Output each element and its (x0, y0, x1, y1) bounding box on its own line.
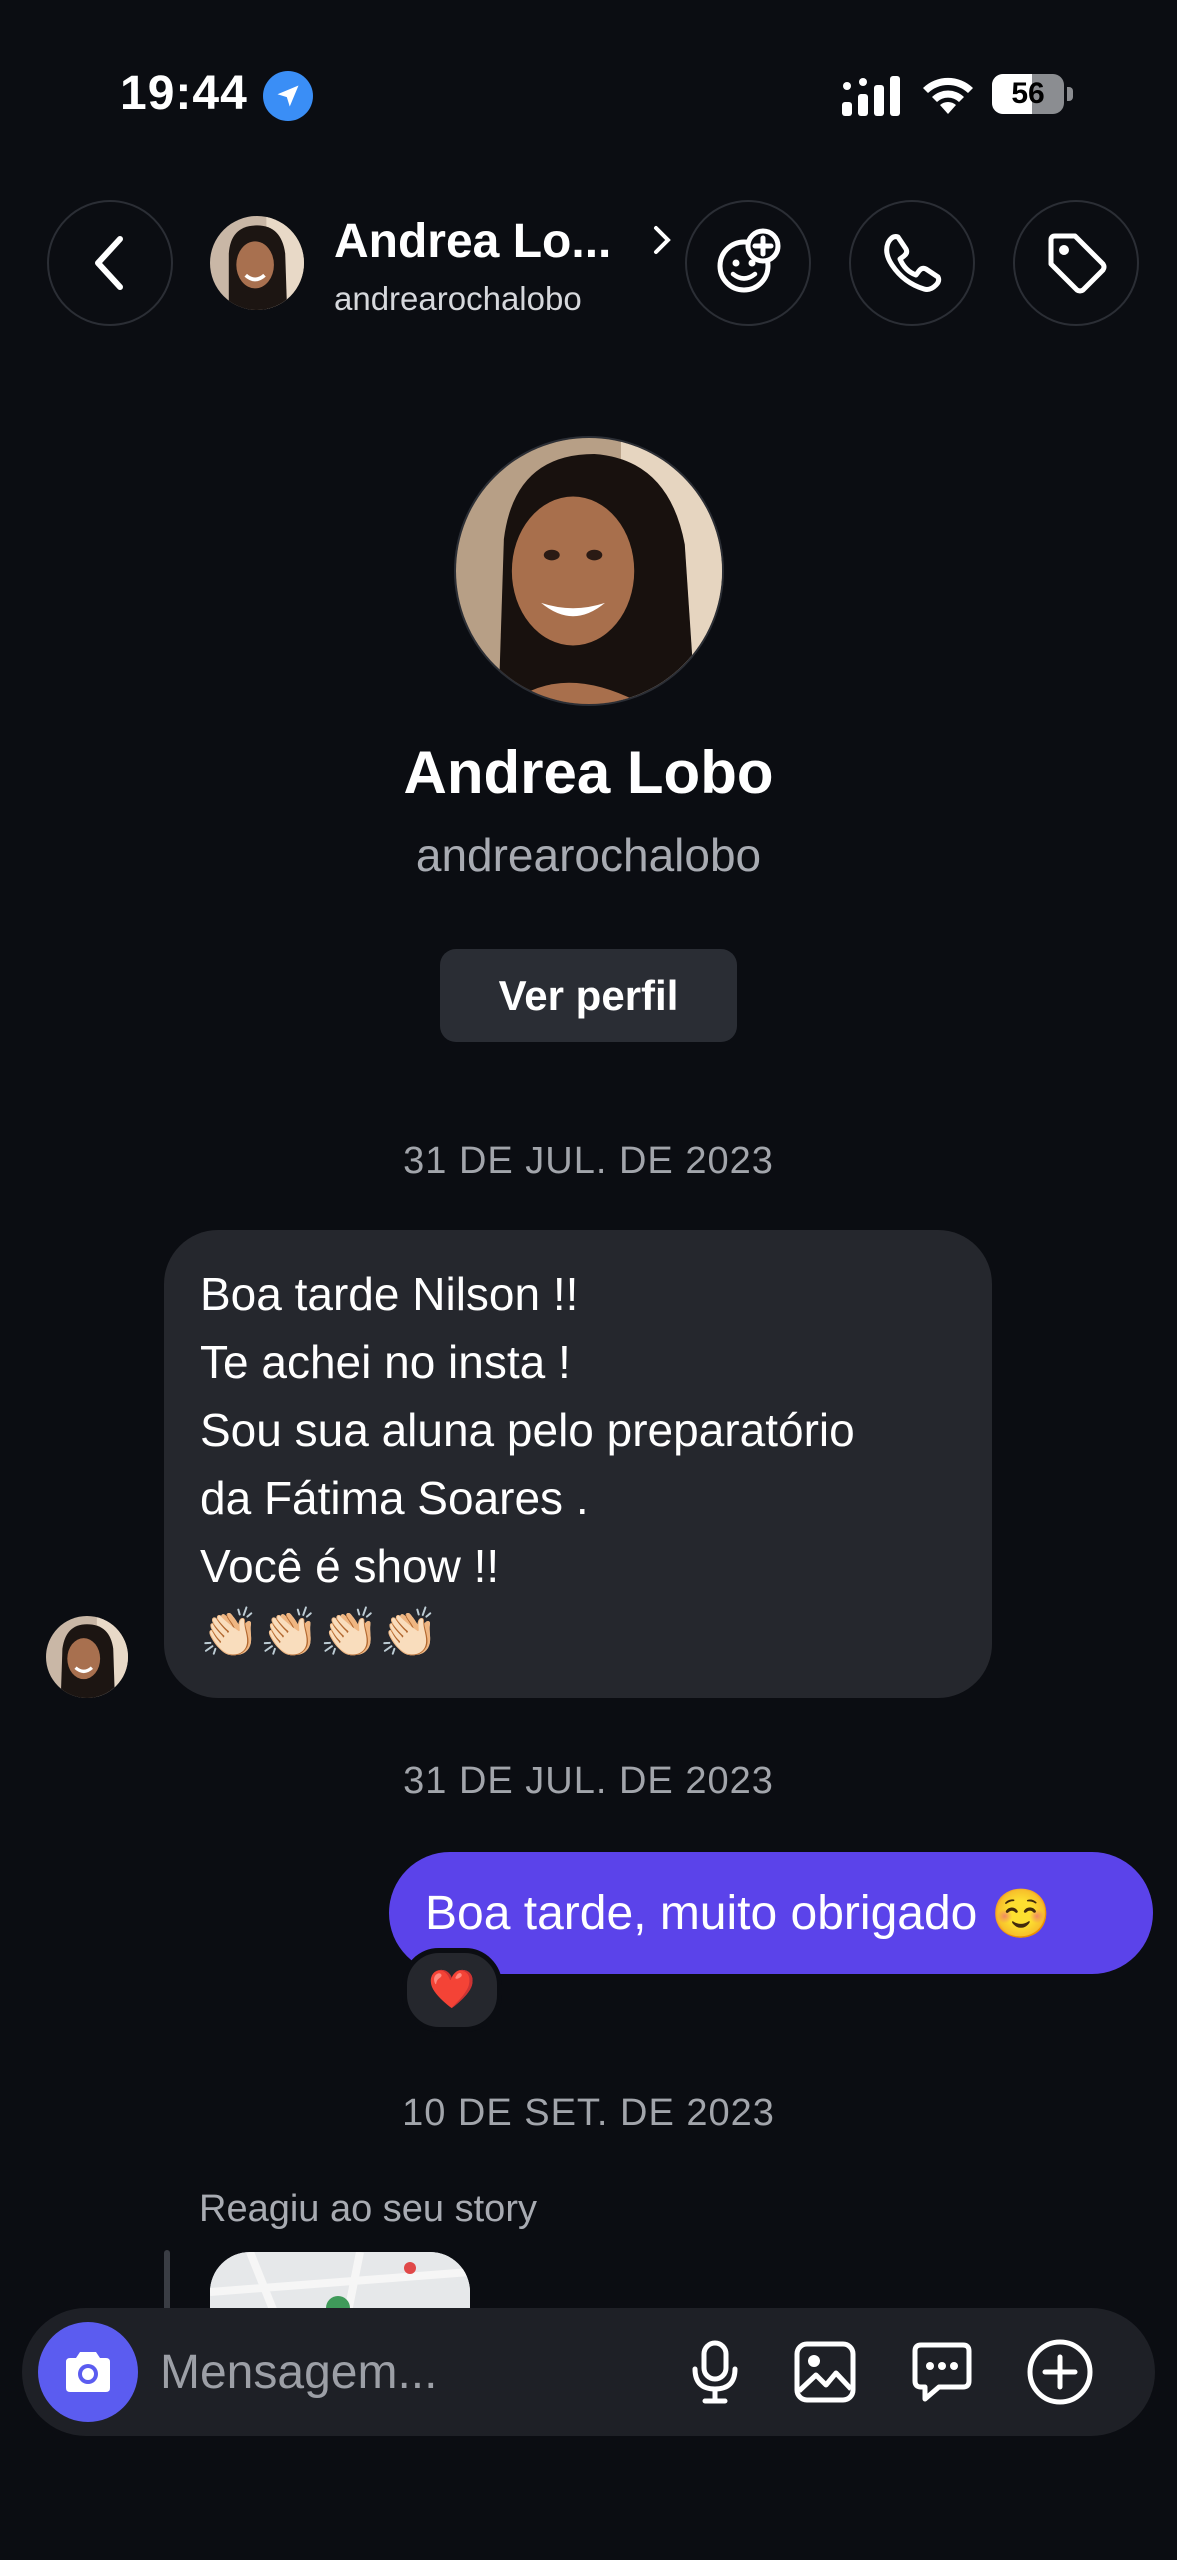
add-sticker-button[interactable] (685, 200, 811, 326)
message-line: Você é show !! (200, 1540, 500, 1592)
profile-username: andrearochalobo (415, 829, 762, 881)
location-arrow-icon (263, 71, 313, 121)
incoming-message-bubble[interactable]: Boa tarde Nilson !! Te achei no insta ! … (164, 1230, 992, 1698)
plus-circle-icon (1027, 2339, 1093, 2405)
cellular-signal-icon (842, 76, 900, 116)
clapping-emoji-line: 👏🏻👏🏻👏🏻👏🏻 (200, 1607, 440, 1660)
sticker-add-icon (717, 228, 781, 293)
date-separator: 10 DE SET. DE 2023 (402, 2092, 775, 2134)
sender-avatar[interactable] (46, 1616, 128, 1698)
battery-indicator: 56 (992, 74, 1074, 114)
phone-icon (884, 234, 942, 292)
message-input[interactable] (160, 2334, 640, 2410)
quick-replies-button[interactable] (904, 2334, 980, 2410)
microphone-icon (692, 2340, 738, 2404)
smiling-emoji: ☺️ (991, 1887, 1052, 1941)
heart-icon: ❤️ (428, 1969, 476, 2011)
chevron-right-icon[interactable] (650, 222, 674, 258)
camera-icon (66, 2352, 110, 2392)
voice-message-button[interactable] (677, 2334, 753, 2410)
story-reaction-label: Reagiu ao seu story (199, 2188, 537, 2230)
camera-button[interactable] (38, 2322, 138, 2422)
view-profile-button[interactable]: Ver perfil (440, 949, 737, 1042)
back-icon (95, 236, 123, 290)
label-tag-button[interactable] (1013, 200, 1139, 326)
wifi-icon (923, 77, 973, 114)
heart-reaction[interactable]: ❤️ (402, 1948, 502, 2032)
gallery-icon (794, 2341, 856, 2403)
outgoing-message-text: Boa tarde, muito obrigado (425, 1886, 978, 1940)
chat-bubble-icon (912, 2342, 972, 2402)
tag-icon (1048, 233, 1107, 294)
header-contact-name[interactable]: Andrea Lo... (334, 214, 611, 269)
dm-screen: 19:44 56 Andrea Lo... andrearochalobo An… (0, 0, 1177, 2560)
voice-call-button[interactable] (849, 200, 975, 326)
message-line: Sou sua aluna pelo preparatório (200, 1404, 855, 1456)
status-time: 19:44 (120, 67, 248, 120)
date-separator: 31 DE JUL. DE 2023 (403, 1760, 774, 1802)
message-line: da Fátima Soares . (200, 1472, 589, 1524)
message-line: Te achei no insta ! (200, 1336, 571, 1388)
outgoing-message-bubble[interactable]: Boa tarde, muito obrigado ☺️ (389, 1852, 1153, 1974)
profile-avatar[interactable] (454, 436, 724, 706)
back-button[interactable] (47, 200, 173, 326)
date-separator: 31 DE JUL. DE 2023 (403, 1140, 774, 1182)
battery-percent: 56 (1011, 77, 1045, 110)
header-username: andrearochalobo (334, 280, 582, 317)
gallery-button[interactable] (787, 2334, 863, 2410)
message-line: Boa tarde Nilson !! (200, 1268, 579, 1320)
profile-name: Andrea Lobo (403, 739, 774, 806)
more-options-button[interactable] (1022, 2334, 1098, 2410)
header-avatar[interactable] (210, 216, 304, 310)
